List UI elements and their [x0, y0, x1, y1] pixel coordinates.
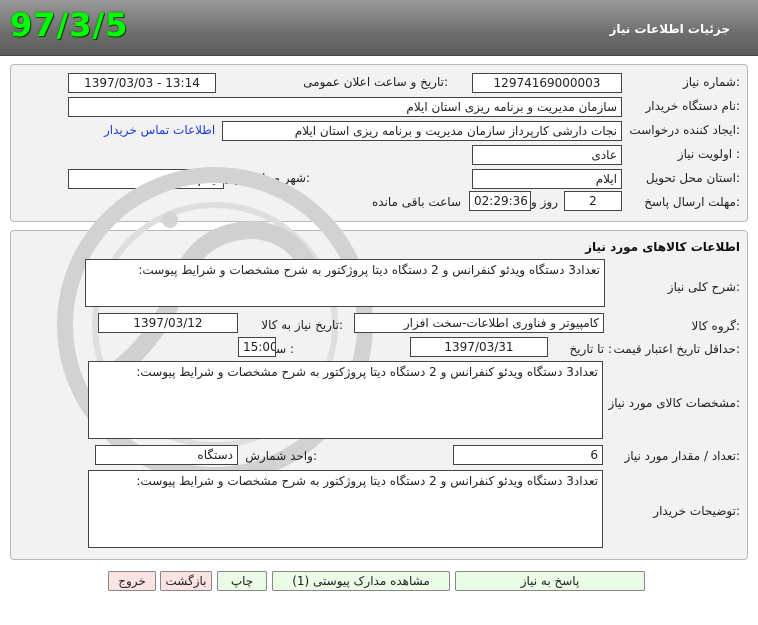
days-field: 2 — [564, 191, 622, 211]
view-attachments-button[interactable]: مشاهده مدارک پیوستی (1) — [272, 571, 450, 591]
qty-label: تعداد / مقدار مورد نیاز: — [624, 449, 740, 463]
page-title: جزئیات اطلاعات نیاز — [609, 22, 730, 36]
validity-label: حداقل تاریخ اعتبار قیمت: — [613, 342, 740, 356]
requester-field: نجات دارشی کارپرداز سازمان مدیریت و برنا… — [222, 121, 622, 141]
reply-button[interactable]: پاسخ به نیاز — [455, 571, 645, 591]
goods-section-title: اطلاعات کالاهای مورد نیاز — [585, 240, 740, 254]
priority-field: عادی — [472, 145, 622, 165]
need-date-label: تاریخ نیاز به کالا: — [261, 318, 343, 332]
announce-label: تاریخ و ساعت اعلان عمومی: — [303, 75, 448, 89]
buyer-notes-label: توضیحات خریدار: — [653, 504, 740, 518]
requester-label: ایجاد کننده درخواست: — [629, 123, 740, 137]
unit-field: دستگاه — [95, 445, 238, 465]
specs-label: مشخصات کالای مورد نیاز: — [608, 396, 740, 410]
summary-label: شرح کلی نیاز: — [667, 280, 740, 294]
city-field: ایلام — [68, 169, 224, 189]
time-field: 15:00 — [238, 337, 276, 357]
group-label: گروه کالا: — [691, 319, 741, 333]
exit-button[interactable]: خروج — [108, 571, 156, 591]
print-button[interactable]: چاپ — [217, 571, 267, 591]
province-field: ایلام — [472, 169, 622, 189]
time-left-suffix: ساعت باقی مانده — [371, 195, 461, 209]
need-number-label: شماره نیاز: — [682, 75, 740, 89]
specs-field: تعداد3 دستگاه ویدئو کنفرانس و 2 دستگاه د… — [88, 361, 603, 439]
need-number-field: 12974169000003 — [472, 73, 622, 93]
priority-label: اولویت نیاز : — [677, 147, 740, 161]
buyer-contact-link[interactable]: اطلاعات تماس خریدار — [104, 123, 215, 137]
group-field: کامپیوتر و فناوری اطلاعات-سخت افزار — [354, 313, 604, 333]
date-stamp: 97/3/5 — [10, 6, 129, 44]
buyer-notes-field: تعداد3 دستگاه ویدئو کنفرانس و 2 دستگاه د… — [88, 470, 603, 548]
title-bar: جزئیات اطلاعات نیاز 97/3/5 — [0, 0, 758, 56]
until-date-field: 1397/03/31 — [410, 337, 548, 357]
province-label: استان محل تحویل: — [645, 171, 740, 185]
qty-field: 6 — [453, 445, 603, 465]
deadline-label: مهلت ارسال پاسخ: — [644, 195, 740, 209]
city-label: شهر محل تحویل: — [223, 171, 310, 185]
summary-field: تعداد3 دستگاه ویدئو کنفرانس و 2 دستگاه د… — [85, 259, 605, 307]
back-button[interactable]: بازگشت — [160, 571, 212, 591]
announce-field: 1397/03/03 - 13:14 — [68, 73, 216, 93]
need-date-field: 1397/03/12 — [98, 313, 238, 333]
buyer-org-label: نام دستگاه خریدار: — [645, 99, 741, 113]
buyer-org-field: سازمان مدیریت و برنامه ریزی استان ایلام — [68, 97, 622, 117]
unit-label: واحد شمارش: — [245, 449, 317, 463]
days-suffix: روز و — [531, 195, 558, 209]
until-date-label: تا تاریخ : — [569, 342, 612, 356]
time-left-field: 02:29:36 — [469, 191, 531, 211]
